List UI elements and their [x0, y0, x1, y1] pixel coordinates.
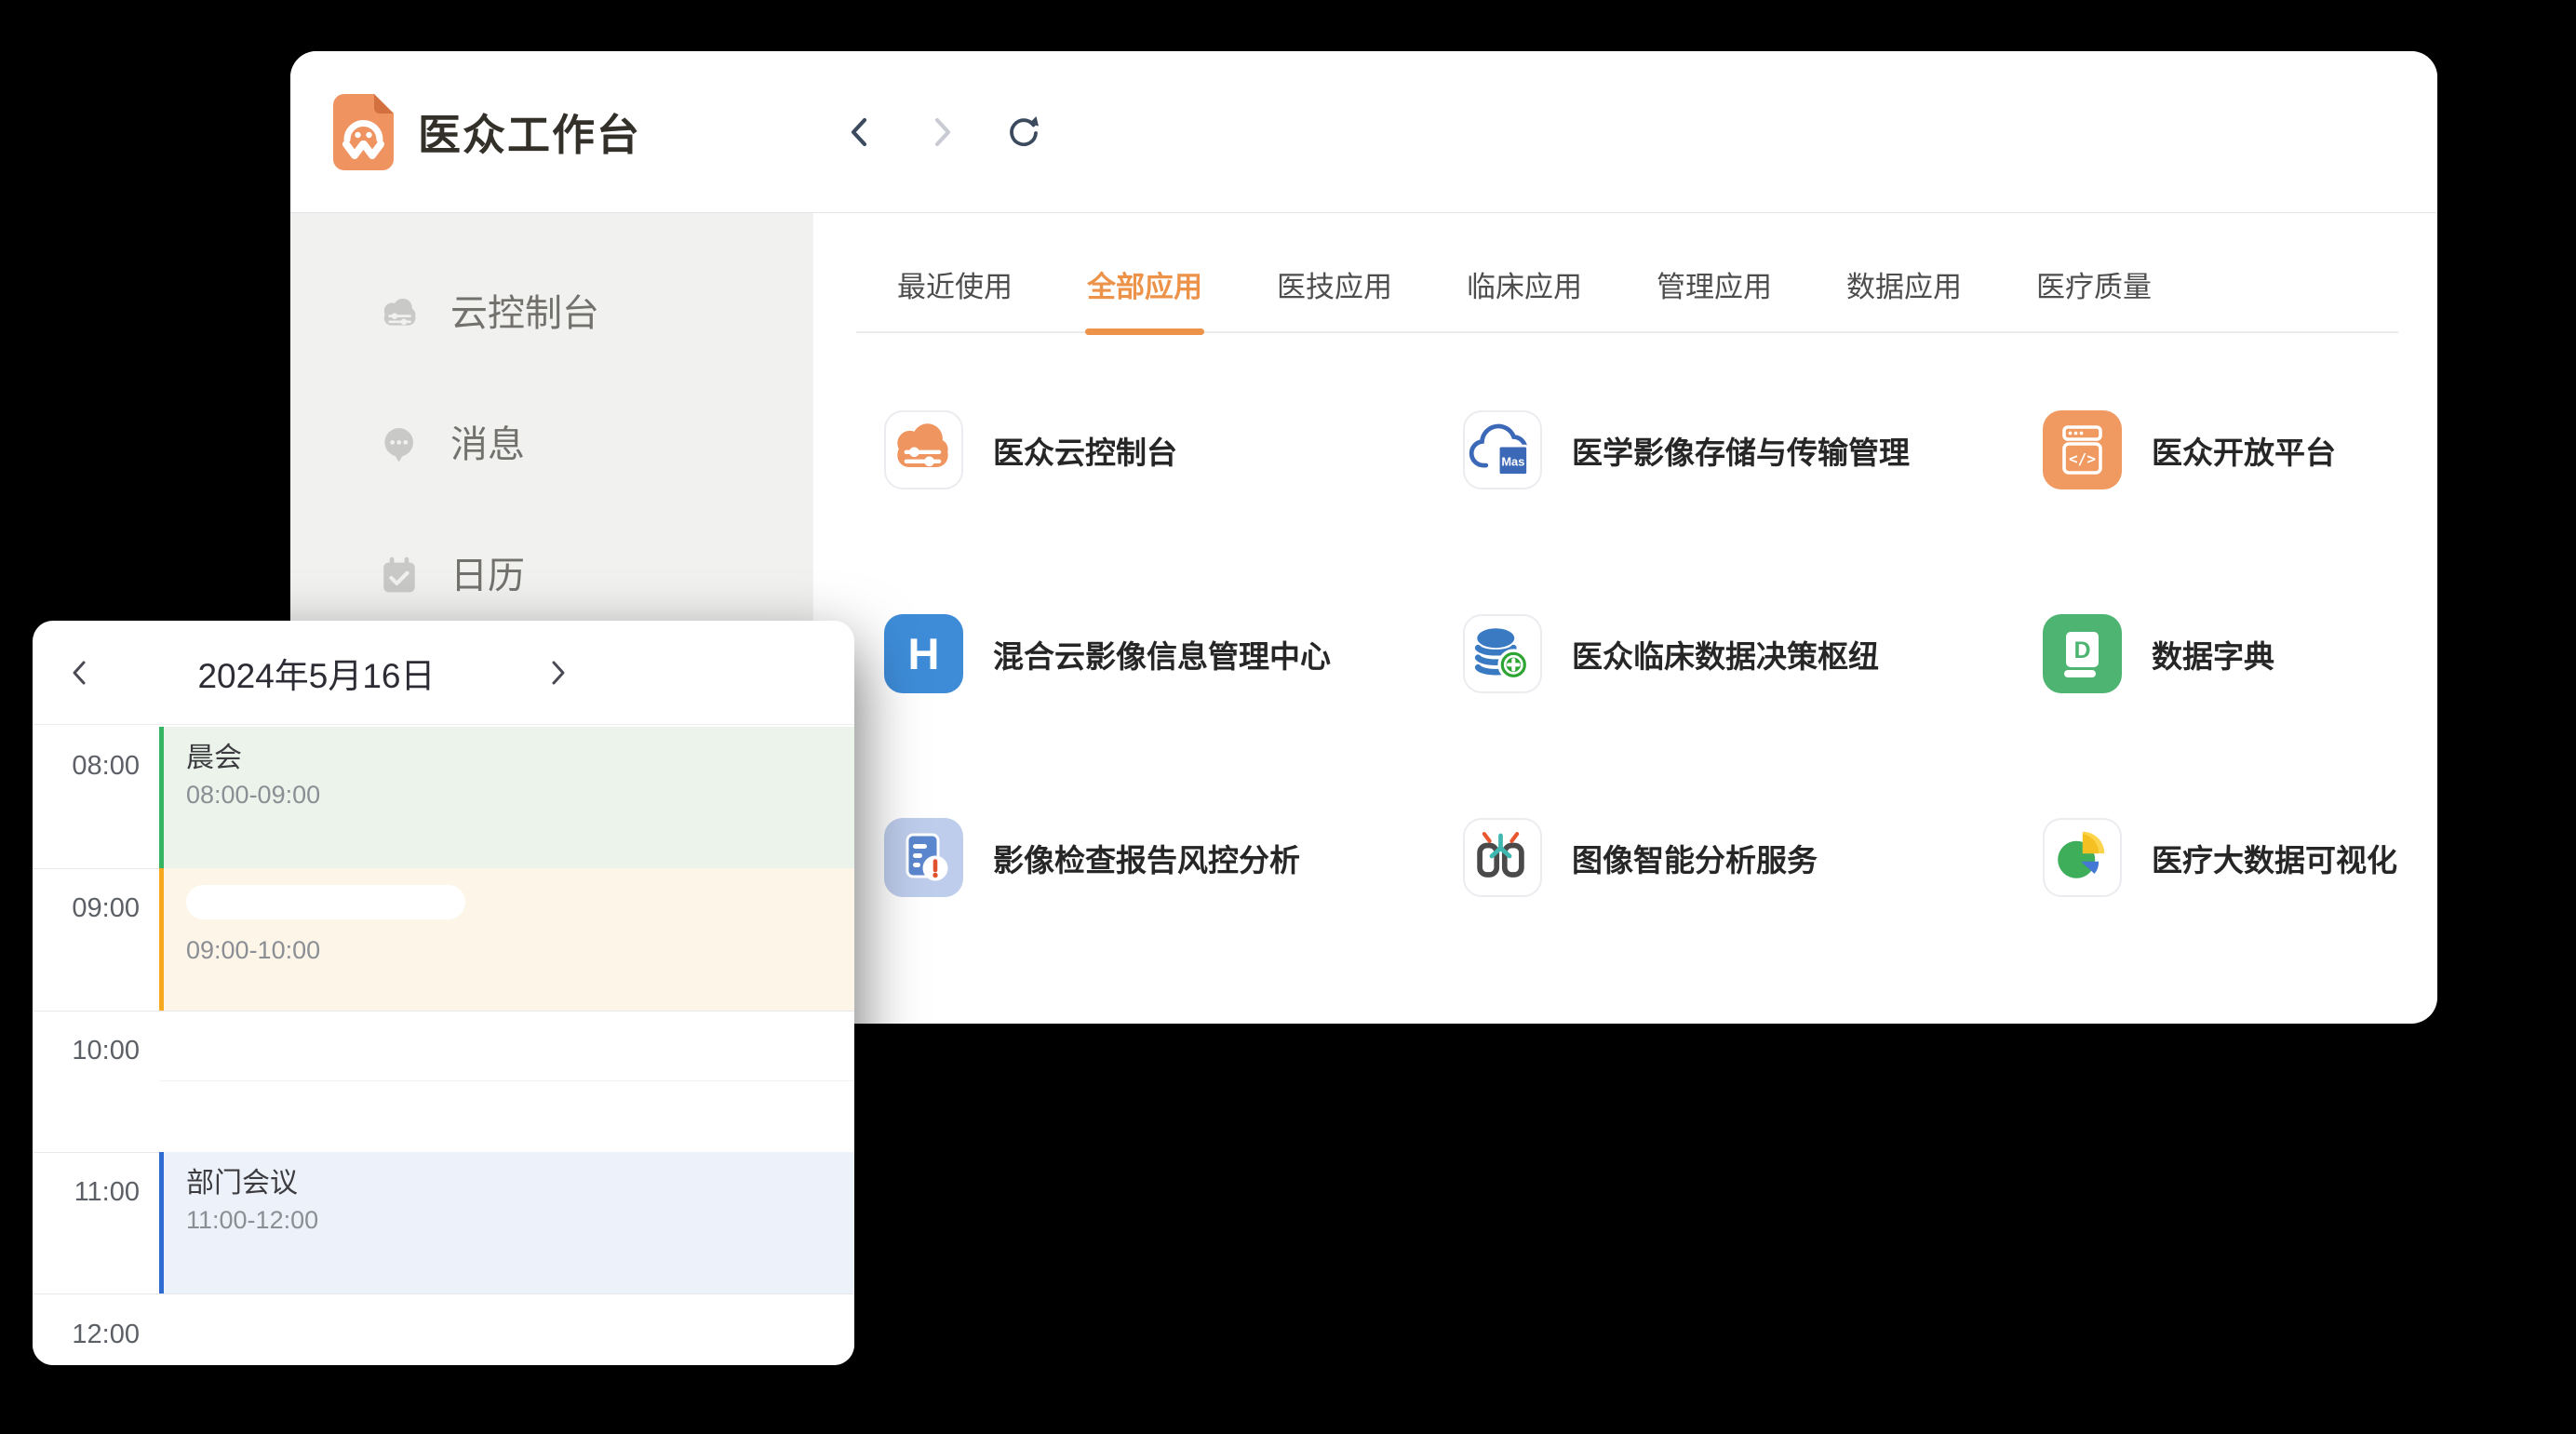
app-item-hybrid-cloud[interactable]: H 混合云影像信息管理中心 [884, 614, 1331, 693]
event-time: 08:00-09:00 [186, 779, 854, 811]
time-label: 08:00 [33, 751, 140, 782]
chevron-left-icon [67, 658, 91, 688]
calendar-check-icon [376, 553, 423, 599]
redacted-event-title [186, 885, 465, 919]
time-label: 09:00 [33, 893, 140, 924]
chevron-right-icon [924, 114, 959, 150]
forward-button[interactable] [923, 114, 960, 151]
half-hour-grid-line [159, 1080, 854, 1081]
app-label: 医众云控制台 [993, 428, 1177, 473]
open-platform-icon: </> [2043, 410, 2122, 489]
tab-admin-apps[interactable]: 管理应用 [1657, 263, 1772, 331]
event-time: 11:00-12:00 [186, 1204, 854, 1236]
event-title: 晨会 [186, 742, 854, 775]
sidebar-item-label: 云控制台 [450, 292, 599, 335]
tabs-bar: 最近使用 全部应用 医技应用 临床应用 管理应用 数据应用 医疗质量 [856, 213, 2398, 333]
calendar-header: 2024年5月16日 [33, 621, 854, 725]
event-time: 09:00-10:00 [186, 934, 854, 966]
refresh-button[interactable] [1005, 114, 1042, 151]
calendar-event-morning-meeting[interactable]: 晨会 08:00-09:00 [159, 727, 854, 868]
tab-quality[interactable]: 医疗质量 [2036, 263, 2152, 331]
mas-badge: Mas [1501, 455, 1524, 469]
sidebar-item-label: 日历 [450, 555, 525, 597]
data-dictionary-icon: D [2043, 614, 2122, 693]
app-label: 医众开放平台 [2152, 428, 2336, 473]
refresh-icon [1005, 114, 1042, 151]
calendar-panel: 2024年5月16日 08:00 09:00 10:00 11:00 12:00… [33, 621, 854, 1365]
event-title: 部门会议 [186, 1167, 854, 1200]
calendar-prev-button[interactable] [65, 657, 93, 689]
nav-group [841, 114, 1042, 151]
tab-data-apps[interactable]: 数据应用 [1846, 263, 1962, 331]
app-label: 混合云影像信息管理中心 [993, 632, 1331, 677]
time-label: 12:00 [33, 1320, 140, 1350]
time-label: 11:00 [33, 1177, 140, 1208]
code-glyph: </> [2069, 450, 2096, 468]
app-label: 图像智能分析服务 [1572, 836, 1818, 880]
app-grid: 医众云控制台 Mas 医学影像存储与传输管理 [813, 333, 2437, 1024]
sidebar-item-label: 消息 [450, 423, 525, 466]
chevron-right-icon [546, 658, 570, 688]
app-label: 影像检查报告风控分析 [993, 836, 1300, 880]
hour-grid-line [33, 1293, 854, 1294]
time-label: 10:00 [33, 1036, 140, 1066]
tab-all-apps[interactable]: 全部应用 [1087, 263, 1202, 331]
app-label: 医疗大数据可视化 [2152, 836, 2397, 880]
app-item-clinical-data-hub[interactable]: 医众临床数据决策枢纽 [1463, 614, 1879, 693]
app-logo-icon [333, 94, 394, 170]
sidebar-item-calendar[interactable]: 日历 [376, 555, 813, 597]
calendar-next-button[interactable] [544, 657, 572, 689]
app-label: 数据字典 [2152, 632, 2274, 677]
app-item-report-risk[interactable]: 影像检查报告风控分析 [884, 818, 1300, 897]
tab-recently-used[interactable]: 最近使用 [897, 263, 1013, 331]
imaging-storage-cloud-icon: Mas [1463, 410, 1538, 486]
tab-label: 全部应用 [1087, 271, 1202, 303]
app-label: 医学影像存储与传输管理 [1572, 428, 1910, 473]
image-ai-analysis-icon [1463, 818, 1538, 893]
app-item-bigdata-viz[interactable]: 医疗大数据可视化 [2043, 818, 2397, 897]
message-bubble-icon [376, 422, 423, 468]
app-item-open-platform[interactable]: </> 医众开放平台 [2043, 410, 2336, 489]
report-risk-icon [884, 818, 963, 897]
calendar-event-department-meeting[interactable]: 部门会议 11:00-12:00 [159, 1152, 854, 1293]
calendar-event-redacted[interactable]: 09:00-10:00 [159, 868, 854, 1011]
app-label: 医众临床数据决策枢纽 [1572, 632, 1879, 677]
chevron-left-icon [842, 114, 878, 150]
calendar-day-view: 08:00 09:00 10:00 11:00 12:00 晨会 08:00-0… [33, 725, 854, 1365]
app-item-imaging-storage[interactable]: Mas 医学影像存储与传输管理 [1463, 410, 1910, 489]
sidebar-item-cloud-console[interactable]: 云控制台 [376, 292, 813, 335]
letter-h: H [908, 629, 940, 678]
tab-medtech-apps[interactable]: 医技应用 [1277, 263, 1392, 331]
tab-clinical-apps[interactable]: 临床应用 [1467, 263, 1582, 331]
app-title: 医众工作台 [418, 101, 641, 163]
window-header: 医众工作台 [290, 51, 2437, 213]
cloud-settings-icon [376, 290, 423, 337]
hour-grid-line [33, 1011, 854, 1012]
back-button[interactable] [841, 114, 879, 151]
calendar-date-title: 2024年5月16日 [181, 648, 451, 698]
app-item-cloud-console[interactable]: 医众云控制台 [884, 410, 1177, 489]
content-area: 最近使用 全部应用 医技应用 临床应用 管理应用 数据应用 医疗质量 [813, 213, 2437, 1024]
hybrid-cloud-imaging-icon: H [884, 614, 963, 693]
clinical-data-hub-icon [1463, 614, 1538, 690]
medical-bigdata-viz-icon [2043, 818, 2118, 893]
sidebar-item-messages[interactable]: 消息 [376, 423, 813, 466]
cloud-console-icon [884, 410, 959, 486]
app-item-data-dictionary[interactable]: D 数据字典 [2043, 614, 2274, 693]
letter-d: D [2073, 637, 2090, 663]
app-item-image-ai[interactable]: 图像智能分析服务 [1463, 818, 1818, 897]
